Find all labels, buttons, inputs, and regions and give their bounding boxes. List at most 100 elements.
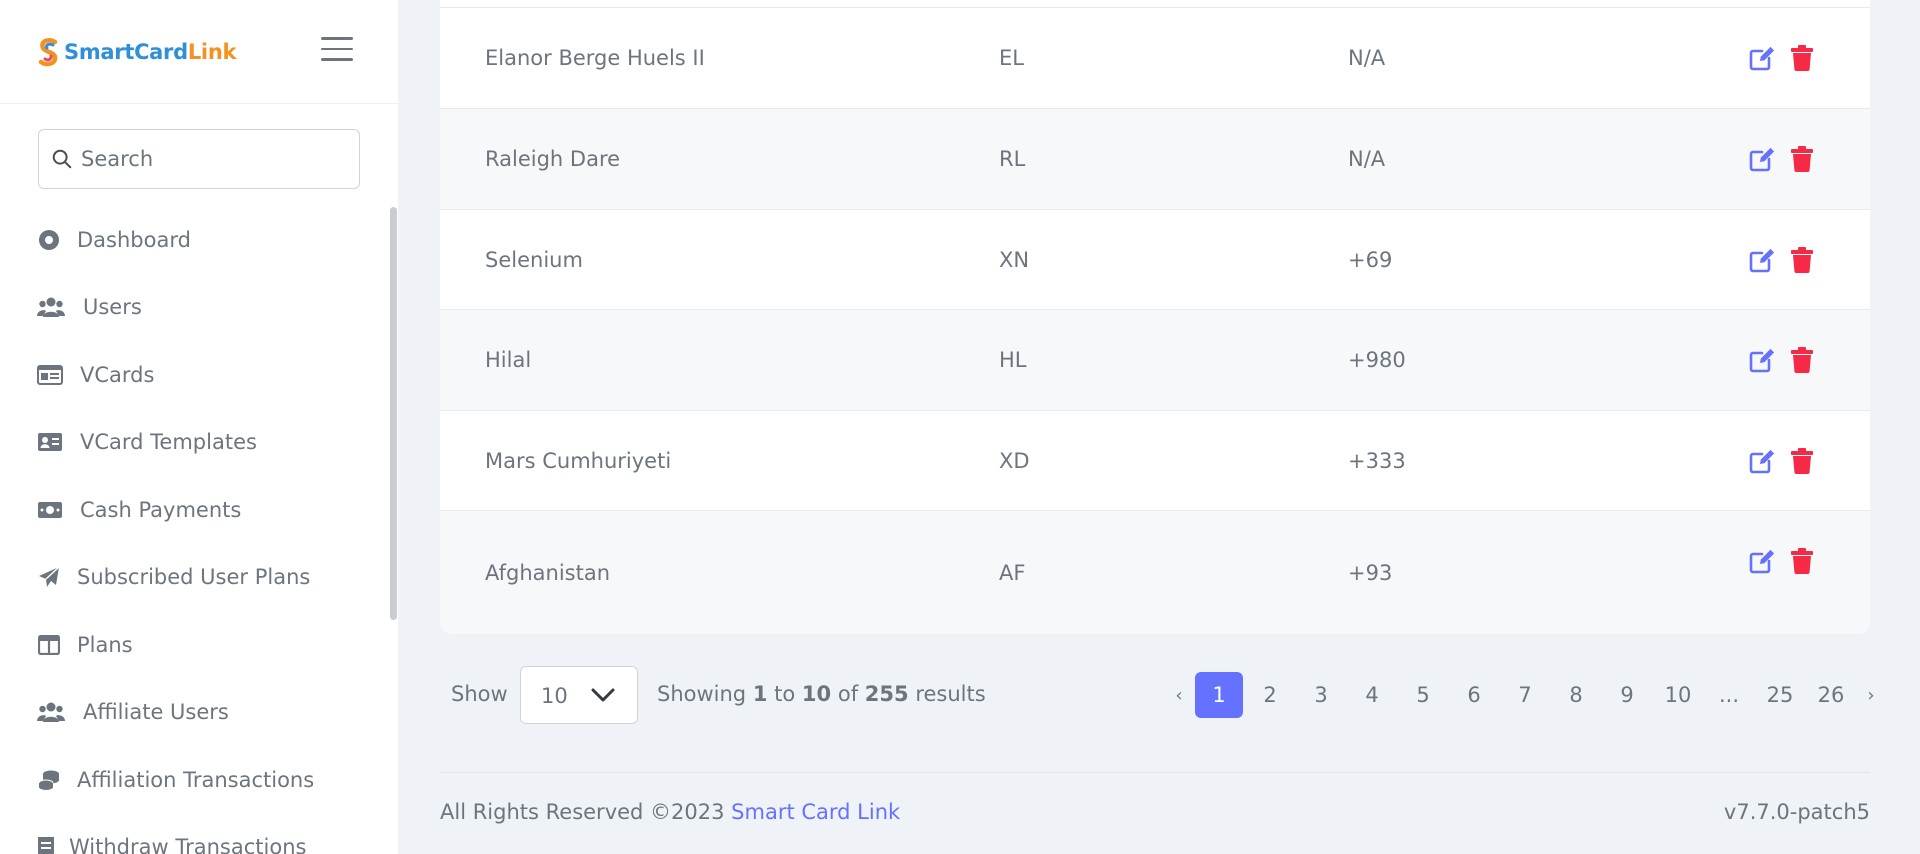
page-button-4[interactable]: 4 [1348,672,1396,718]
sidebar-item-label: Cash Payments [80,497,242,522]
cell-code: HL [999,348,1027,372]
cell-phone-code: +333 [1348,448,1406,473]
page-button-7[interactable]: 7 [1501,672,1549,718]
dashboard-icon [37,228,61,252]
delete-icon[interactable] [1788,44,1816,72]
table-row: Elanor Berge Huels II EL N/A [440,8,1870,109]
table-row: Hilal HL +980 [440,310,1870,411]
sidebar-item-subscribed-user-plans[interactable]: Subscribed User Plans [0,544,390,612]
page-button-3[interactable]: 3 [1297,672,1345,718]
cell-phone-code: N/A [1348,46,1386,70]
sidebar-scrollbar[interactable] [390,207,397,620]
page-button-1[interactable]: 1 [1195,672,1243,718]
cell-code: RL [999,147,1026,171]
cell-phone-code: +93 [1348,561,1393,585]
sidebar-item-vcards[interactable]: VCards [0,341,390,409]
data-table: Elanor Berge Huels II EL N/A Raleigh Dar… [440,0,1870,634]
sidebar-item-users[interactable]: Users [0,274,390,342]
version-text: v7.7.0-patch5 [1723,800,1870,824]
footer-brand-link[interactable]: Smart Card Link [731,800,900,824]
page-button-2[interactable]: 2 [1246,672,1294,718]
cell-code: XD [999,448,1030,473]
sidebar-item-plans[interactable]: Plans [0,611,390,679]
cell-name: Raleigh Dare [485,147,621,171]
cell-code: XN [999,247,1030,272]
coins-icon [37,768,61,792]
page-footer: All Rights Reserved ©2023 Smart Card Lin… [440,772,1870,854]
search-icon [52,149,72,169]
sidebar-item-label: Subscribed User Plans [77,565,311,590]
sidebar-item-cash-payments[interactable]: Cash Payments [0,476,390,544]
table-row: Raleigh Dare RL N/A [440,109,1870,210]
table-top-border [440,0,1870,8]
sidebar: SmartCardLink Dashboard Users [0,0,398,854]
per-page-value: 10 [541,684,568,708]
search-input[interactable] [81,147,341,171]
menu-toggle-icon[interactable] [321,37,353,65]
per-page-select[interactable]: 10 [520,666,638,724]
results-summary: Showing 1 to 10 of 255 results [657,682,986,706]
edit-icon[interactable] [1748,447,1776,475]
sidebar-item-label: Affiliate Users [83,700,229,725]
page-button-10[interactable]: 10 [1654,672,1702,718]
edit-icon[interactable] [1748,246,1776,274]
sidebar-item-vcard-templates[interactable]: VCard Templates [0,409,390,477]
sidebar-item-affiliation-transactions[interactable]: Affiliation Transactions [0,746,390,814]
sidebar-item-affiliate-users[interactable]: Affiliate Users [0,679,390,747]
logo-mark-icon [38,37,58,66]
cell-name: Selenium [485,247,583,272]
sidebar-item-label: Withdraw Transactions [69,835,307,854]
paper-plane-icon [37,565,61,589]
page-ellipsis: ... [1718,683,1740,707]
table-row: Mars Cumhuriyeti XD +333 [440,411,1870,511]
page-button-9[interactable]: 9 [1603,672,1651,718]
cell-name: Afghanistan [485,561,611,585]
cell-name: Hilal [485,348,532,372]
delete-icon[interactable] [1788,246,1816,274]
chevron-down-icon [591,688,615,702]
show-label: Show [451,682,508,706]
sidebar-item-withdraw-transactions[interactable]: Withdraw Transactions [0,814,390,854]
main-content: Elanor Berge Huels II EL N/A Raleigh Dar… [398,0,1920,854]
vcard-icon [37,363,63,387]
page-button-6[interactable]: 6 [1450,672,1498,718]
prev-page-button[interactable]: ‹ [1166,672,1192,718]
delete-icon[interactable] [1788,145,1816,173]
row-actions [1748,246,1816,274]
sidebar-menu: Dashboard Users VCards VCard Templates C… [0,206,390,854]
brand-header: SmartCardLink [0,0,398,104]
edit-icon[interactable] [1748,145,1776,173]
sidebar-item-label: Dashboard [77,227,191,252]
page-button-8[interactable]: 8 [1552,672,1600,718]
edit-icon[interactable] [1748,547,1776,575]
search-field[interactable] [38,129,360,189]
id-card-icon [37,430,63,454]
sidebar-item-label: VCards [80,362,155,387]
delete-icon[interactable] [1788,447,1816,475]
table-row: Afghanistan AF +93 [440,511,1870,634]
cell-name: Elanor Berge Huels II [485,46,705,70]
row-actions [1748,145,1816,173]
delete-icon[interactable] [1788,346,1816,374]
page-button-25[interactable]: 25 [1756,672,1804,718]
page-button-5[interactable]: 5 [1399,672,1447,718]
users-icon [37,700,65,724]
edit-icon[interactable] [1748,346,1776,374]
next-page-button[interactable]: › [1858,672,1884,718]
cell-phone-code: N/A [1348,147,1386,171]
sidebar-item-dashboard[interactable]: Dashboard [0,206,390,274]
cell-phone-code: +980 [1348,348,1406,372]
money-bill-icon [37,498,63,522]
users-icon [37,295,65,319]
edit-icon[interactable] [1748,44,1776,72]
delete-icon[interactable] [1788,547,1816,575]
row-actions [1748,547,1816,575]
sidebar-item-label: Plans [77,632,133,657]
row-actions [1748,346,1816,374]
page-button-26[interactable]: 26 [1807,672,1855,718]
page-links: ‹ 1 2 3 4 5 6 7 8 9 10 ... 25 26 › [1166,660,1887,730]
sidebar-item-label: Affiliation Transactions [77,767,315,792]
brand-logo[interactable]: SmartCardLink [37,37,236,67]
table-columns-icon [37,633,61,657]
brand-name: SmartCardLink [64,39,237,64]
